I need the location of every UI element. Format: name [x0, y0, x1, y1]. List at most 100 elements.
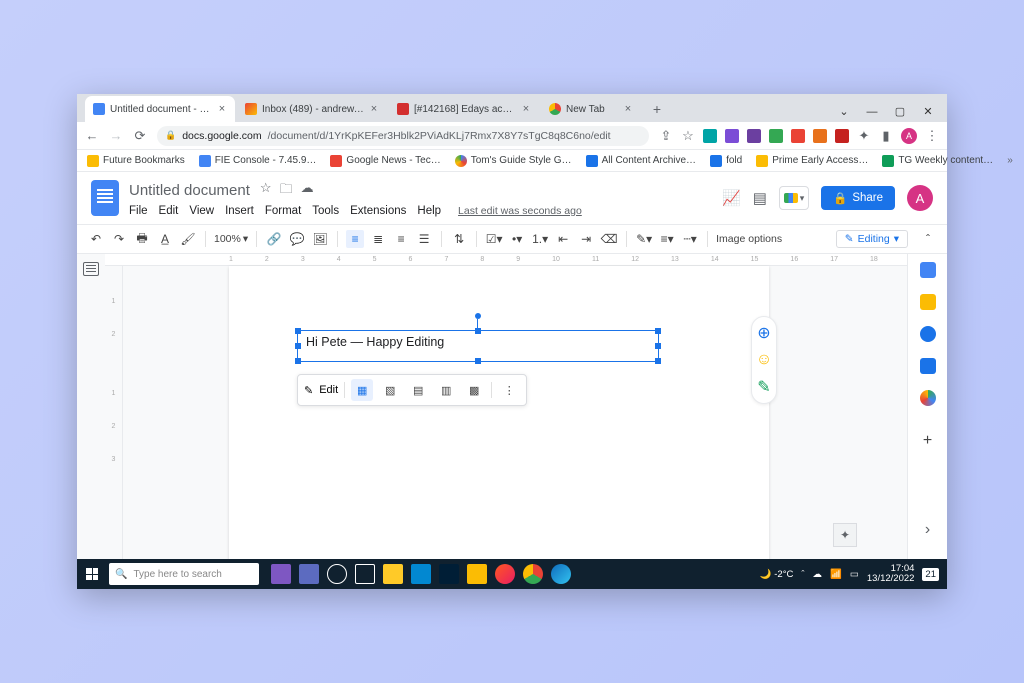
checklist-icon[interactable]: ☑▾ — [485, 230, 503, 248]
close-icon[interactable]: × — [521, 104, 531, 114]
ext-icon[interactable] — [747, 129, 761, 143]
document-page[interactable]: Hi Pete — Happy Editing ✎ Edit ▦ ▧ ▤ ▥ ▩… — [229, 266, 769, 559]
rotate-handle[interactable] — [475, 313, 481, 319]
collapse-icon[interactable]: ˆ — [919, 230, 937, 248]
menu-help[interactable]: Help — [417, 205, 441, 217]
minimize-icon[interactable]: — — [865, 106, 879, 118]
resize-handle[interactable] — [295, 328, 301, 334]
selected-textbox[interactable]: Hi Pete — Happy Editing — [297, 330, 659, 362]
chevron-down-icon[interactable]: ⌄ — [837, 105, 851, 118]
maps-icon[interactable] — [920, 390, 936, 406]
tasks-icon[interactable] — [920, 326, 936, 342]
photoshop-icon[interactable] — [439, 564, 459, 584]
taskbar-search[interactable]: 🔍 Type here to search — [109, 563, 259, 585]
cloud-icon[interactable]: ☁ — [301, 180, 314, 202]
menu-tools[interactable]: Tools — [312, 205, 339, 217]
indent-decrease-icon[interactable]: ⇤ — [554, 230, 572, 248]
keep-icon[interactable] — [920, 294, 936, 310]
bookmark-item[interactable]: FIE Console - 7.45.9… — [199, 155, 317, 167]
maximize-icon[interactable]: ▢ — [893, 105, 907, 118]
explore-button[interactable]: ✦ — [833, 523, 857, 547]
wrap-inline-icon[interactable]: ▦ — [351, 379, 373, 401]
bookmark-item[interactable]: TG Weekly content… — [882, 155, 993, 167]
align-right-icon[interactable]: ≡ — [392, 230, 410, 248]
share-page-icon[interactable]: ⇪ — [659, 129, 673, 143]
star-icon[interactable]: ☆ — [681, 129, 695, 143]
bullet-list-icon[interactable]: •▾ — [508, 230, 526, 248]
resize-handle[interactable] — [295, 343, 301, 349]
link-icon[interactable]: 🔗 — [265, 230, 283, 248]
profile-avatar[interactable]: A — [901, 128, 917, 144]
bookmark-item[interactable]: Future Bookmarks — [87, 155, 185, 167]
star-icon[interactable]: ☆ — [260, 180, 272, 202]
image-icon[interactable]: 🖼 — [311, 230, 329, 248]
taskview-icon[interactable] — [355, 564, 375, 584]
outline-icon[interactable] — [83, 262, 99, 276]
close-window-icon[interactable]: ✕ — [921, 105, 935, 118]
add-panel-icon[interactable]: + — [923, 432, 932, 450]
reload-icon[interactable]: ⟳ — [133, 129, 147, 143]
history-icon[interactable]: 📈 — [722, 189, 741, 207]
battery-icon[interactable]: ▭ — [850, 569, 859, 580]
suggest-icon[interactable]: ✎ — [757, 377, 770, 397]
tab-newtab[interactable]: New Tab × — [541, 96, 641, 122]
edge-icon[interactable] — [551, 564, 571, 584]
bookmark-item[interactable]: Prime Early Access… — [756, 155, 868, 167]
align-center-icon[interactable]: ≣ — [369, 230, 387, 248]
resize-handle[interactable] — [655, 328, 661, 334]
indent-increase-icon[interactable]: ⇥ — [577, 230, 595, 248]
start-button[interactable] — [77, 559, 107, 589]
move-icon[interactable]: 🗀 — [280, 180, 293, 202]
border-weight-icon[interactable]: ≡▾ — [658, 230, 676, 248]
resize-handle[interactable] — [475, 328, 481, 334]
more-icon[interactable]: ⋮ — [498, 379, 520, 401]
extensions-icon[interactable]: ✦ — [857, 129, 871, 143]
edit-label[interactable]: Edit — [319, 384, 338, 396]
image-options-button[interactable]: Image options — [716, 233, 782, 245]
notifications-icon[interactable]: 21 — [922, 568, 939, 581]
ext-icon[interactable] — [769, 129, 783, 143]
menu-view[interactable]: View — [189, 205, 214, 217]
app-icon[interactable] — [271, 564, 291, 584]
ext-icon[interactable] — [791, 129, 805, 143]
collapse-panel-icon[interactable]: › — [925, 521, 930, 539]
clear-format-icon[interactable]: ⌫ — [600, 230, 618, 248]
calendar-icon[interactable] — [920, 262, 936, 278]
horizontal-ruler[interactable]: 123456789101112131415161718 — [105, 254, 907, 266]
menu-insert[interactable]: Insert — [225, 205, 254, 217]
wifi-icon[interactable]: 📶 — [830, 569, 842, 580]
paint-format-icon[interactable]: 🖌 — [179, 230, 197, 248]
border-color-icon[interactable]: ✎▾ — [635, 230, 653, 248]
app-icon[interactable] — [495, 564, 515, 584]
tab-gmail[interactable]: Inbox (489) - andrew.sansom@tu × — [237, 96, 387, 122]
add-comment-icon[interactable]: ⊕ — [757, 323, 770, 343]
bookmark-item[interactable]: Tom's Guide Style G… — [455, 155, 572, 167]
menu-extensions[interactable]: Extensions — [350, 205, 406, 217]
resize-handle[interactable] — [655, 358, 661, 364]
url-input[interactable]: 🔒 docs.google.com/document/d/1YrKpKEFer3… — [157, 126, 649, 146]
document-title[interactable]: Untitled document — [129, 182, 250, 199]
menu-icon[interactable]: ⋮ — [925, 129, 939, 143]
comment-icon[interactable]: 💬 — [288, 230, 306, 248]
app-icon[interactable] — [299, 564, 319, 584]
spellcheck-icon[interactable]: A̲ — [156, 230, 174, 248]
zoom-select[interactable]: 100% ▾ — [214, 233, 248, 245]
vertical-ruler[interactable]: 1 2 1 2 3 — [105, 266, 123, 559]
print-icon[interactable]: 🖶 — [133, 230, 151, 248]
align-left-icon[interactable]: ≡ — [346, 230, 364, 248]
front-text-icon[interactable]: ▩ — [463, 379, 485, 401]
menu-edit[interactable]: Edit — [159, 205, 179, 217]
bookmark-overflow-icon[interactable]: » — [1007, 155, 1013, 166]
close-icon[interactable]: × — [623, 104, 633, 114]
bookmark-item[interactable]: All Content Archive… — [586, 155, 697, 167]
comments-icon[interactable]: ▤ — [753, 189, 767, 207]
bookmark-item[interactable]: fold — [710, 155, 742, 167]
ext-icon[interactable] — [703, 129, 717, 143]
menu-format[interactable]: Format — [265, 205, 301, 217]
menu-file[interactable]: File — [129, 205, 148, 217]
redo-icon[interactable]: ↷ — [110, 230, 128, 248]
break-text-icon[interactable]: ▤ — [407, 379, 429, 401]
tab-edays[interactable]: [#142168] Edays account lock ou × — [389, 96, 539, 122]
back-icon[interactable]: ← — [85, 129, 99, 143]
behind-text-icon[interactable]: ▥ — [435, 379, 457, 401]
